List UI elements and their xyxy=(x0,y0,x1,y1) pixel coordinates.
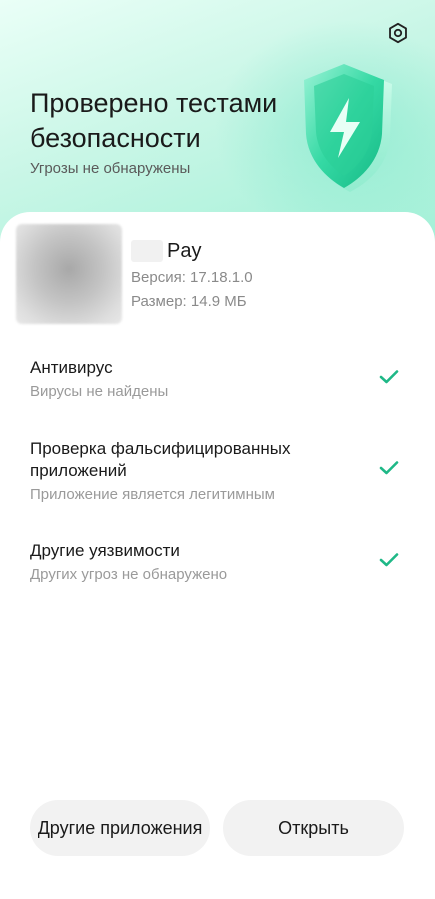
check-icon xyxy=(378,457,400,479)
check-title: Проверка фальсифицированных приложений xyxy=(30,439,291,480)
check-subtitle: Вирусы не найдены xyxy=(30,383,169,400)
check-subtitle: Других угроз не обнаружено xyxy=(30,566,228,583)
check-title: Другие уязвимости xyxy=(30,541,180,560)
app-name-redacted xyxy=(131,240,163,262)
open-button[interactable]: Открыть xyxy=(223,800,404,856)
scan-result-card: Pay Версия: 17.18.1.0 Размер: 14.9 МБ Ан… xyxy=(0,212,435,899)
other-apps-label: Другие приложения xyxy=(37,817,203,838)
app-size: Размер: 14.9 МБ xyxy=(131,293,247,310)
app-name: Pay xyxy=(167,239,202,262)
app-icon xyxy=(16,224,122,324)
check-item-tamper: Проверка фальсифицированных приложений П… xyxy=(30,438,410,505)
page-subtitle: Угрозы не обнаружены xyxy=(30,160,191,177)
settings-button[interactable] xyxy=(383,18,413,48)
gear-icon xyxy=(389,22,407,44)
check-item-vulnerabilities: Другие уязвимости Других угроз не обнару… xyxy=(30,540,410,585)
page-title: Проверено тестами безопасности xyxy=(30,88,278,153)
open-label: Открыть xyxy=(278,817,349,838)
check-title: Антивирус xyxy=(30,358,113,377)
app-version: Версия: 17.18.1.0 xyxy=(131,269,253,286)
check-icon xyxy=(378,549,400,571)
check-icon xyxy=(378,366,400,388)
check-item-antivirus: Антивирус Вирусы не найдены xyxy=(30,357,410,402)
check-subtitle: Приложение является легитимным xyxy=(30,486,275,503)
other-apps-button[interactable]: Другие приложения xyxy=(30,800,210,856)
app-name-row: Pay xyxy=(131,240,201,262)
